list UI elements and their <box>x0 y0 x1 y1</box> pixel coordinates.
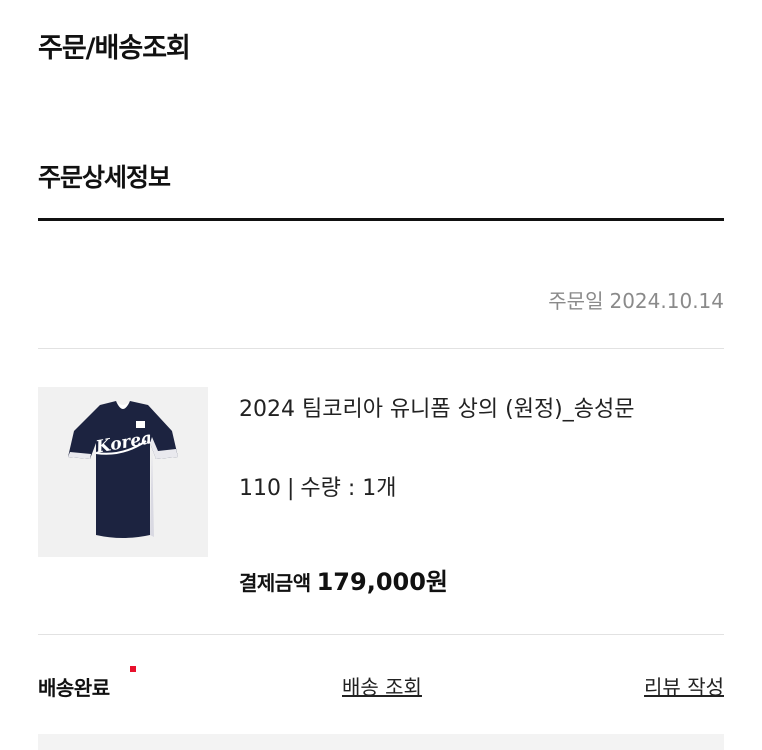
write-review-link[interactable]: 리뷰 작성 <box>644 671 724 700</box>
payment-label: 결제금액 <box>239 571 311 595</box>
track-delivery-link[interactable]: 배송 조회 <box>342 671 422 700</box>
product-name[interactable]: 2024 팀코리아 유니폼 상의 (원정)_송성문 <box>239 392 639 428</box>
page-title: 주문/배송조회 <box>38 33 191 64</box>
product-quantity: 수량 : 1개 <box>300 476 397 501</box>
bottom-divider-band <box>38 734 724 750</box>
section-title: 주문상세정보 <box>38 163 171 192</box>
divider <box>38 348 724 349</box>
order-date: 주문일 2024.10.14 <box>548 285 724 314</box>
payment-amount: 결제금액 179,000원 <box>239 562 448 597</box>
option-separator: | <box>287 476 295 501</box>
divider <box>38 634 724 635</box>
order-date-value: 2024.10.14 <box>609 289 724 313</box>
product-option: 110 | 수량 : 1개 <box>239 470 397 502</box>
new-indicator-dot <box>130 666 136 672</box>
delivery-status: 배송완료 <box>38 676 110 700</box>
section-divider <box>38 218 724 221</box>
order-detail-page: 주문/배송조회 주문상세정보 주문일 2024.10.14 Korea 2024 … <box>0 0 762 750</box>
order-date-label: 주문일 <box>548 289 604 313</box>
payment-value: 179,000원 <box>316 568 449 596</box>
product-image[interactable]: Korea <box>38 387 208 557</box>
baseball-jersey-icon: Korea <box>68 401 178 538</box>
product-size: 110 <box>239 476 281 501</box>
